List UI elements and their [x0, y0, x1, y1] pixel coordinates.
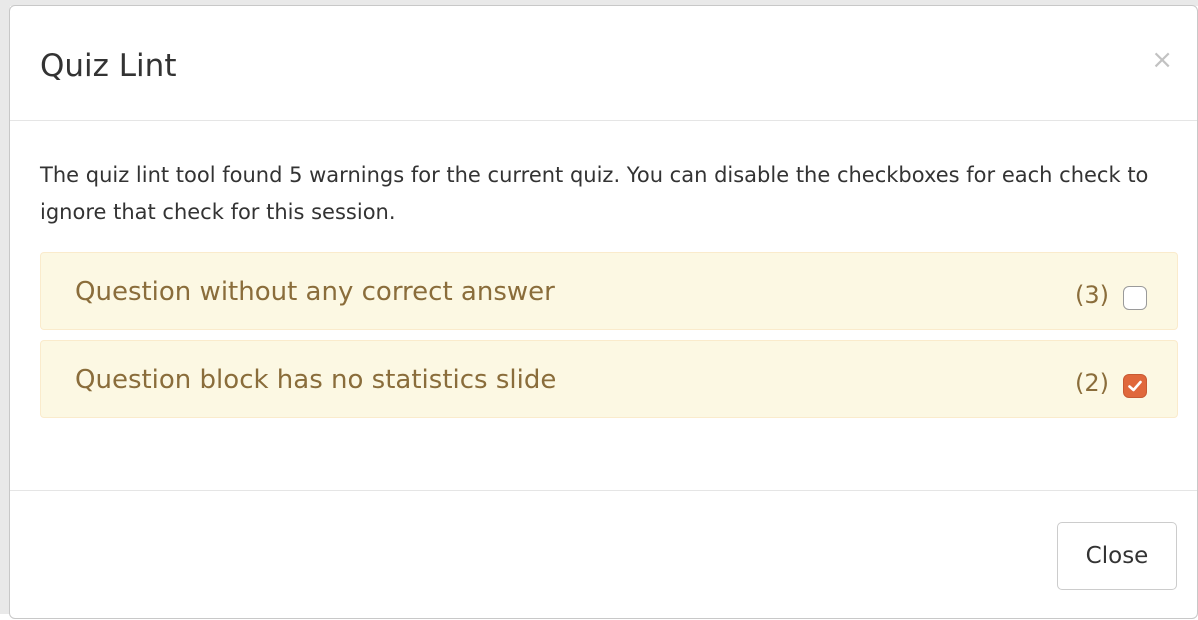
checkmark-icon: [1128, 380, 1142, 392]
dialog-body: The quiz lint tool found 5 warnings for …: [10, 121, 1197, 491]
warning-count: (2): [1075, 369, 1109, 397]
close-icon[interactable]: ×: [1151, 46, 1173, 74]
warning-item-no-correct-answer: Question without any correct answer (3): [40, 252, 1178, 330]
warning-checkbox-no-correct-answer[interactable]: [1123, 286, 1147, 310]
dialog-footer: Close: [10, 490, 1197, 620]
quiz-lint-dialog: Quiz Lint × The quiz lint tool found 5 w…: [9, 5, 1198, 619]
warning-label: Question block has no statistics slide: [75, 365, 557, 395]
warning-checkbox-no-statistics-slide[interactable]: [1123, 374, 1147, 398]
close-button[interactable]: Close: [1057, 522, 1177, 590]
dialog-header: Quiz Lint ×: [10, 6, 1197, 121]
warning-label: Question without any correct answer: [75, 277, 555, 307]
dialog-title: Quiz Lint: [40, 48, 177, 84]
intro-text: The quiz lint tool found 5 warnings for …: [40, 163, 1149, 224]
warning-count: (3): [1075, 281, 1109, 309]
warning-item-no-statistics-slide: Question block has no statistics slide (…: [40, 340, 1178, 418]
